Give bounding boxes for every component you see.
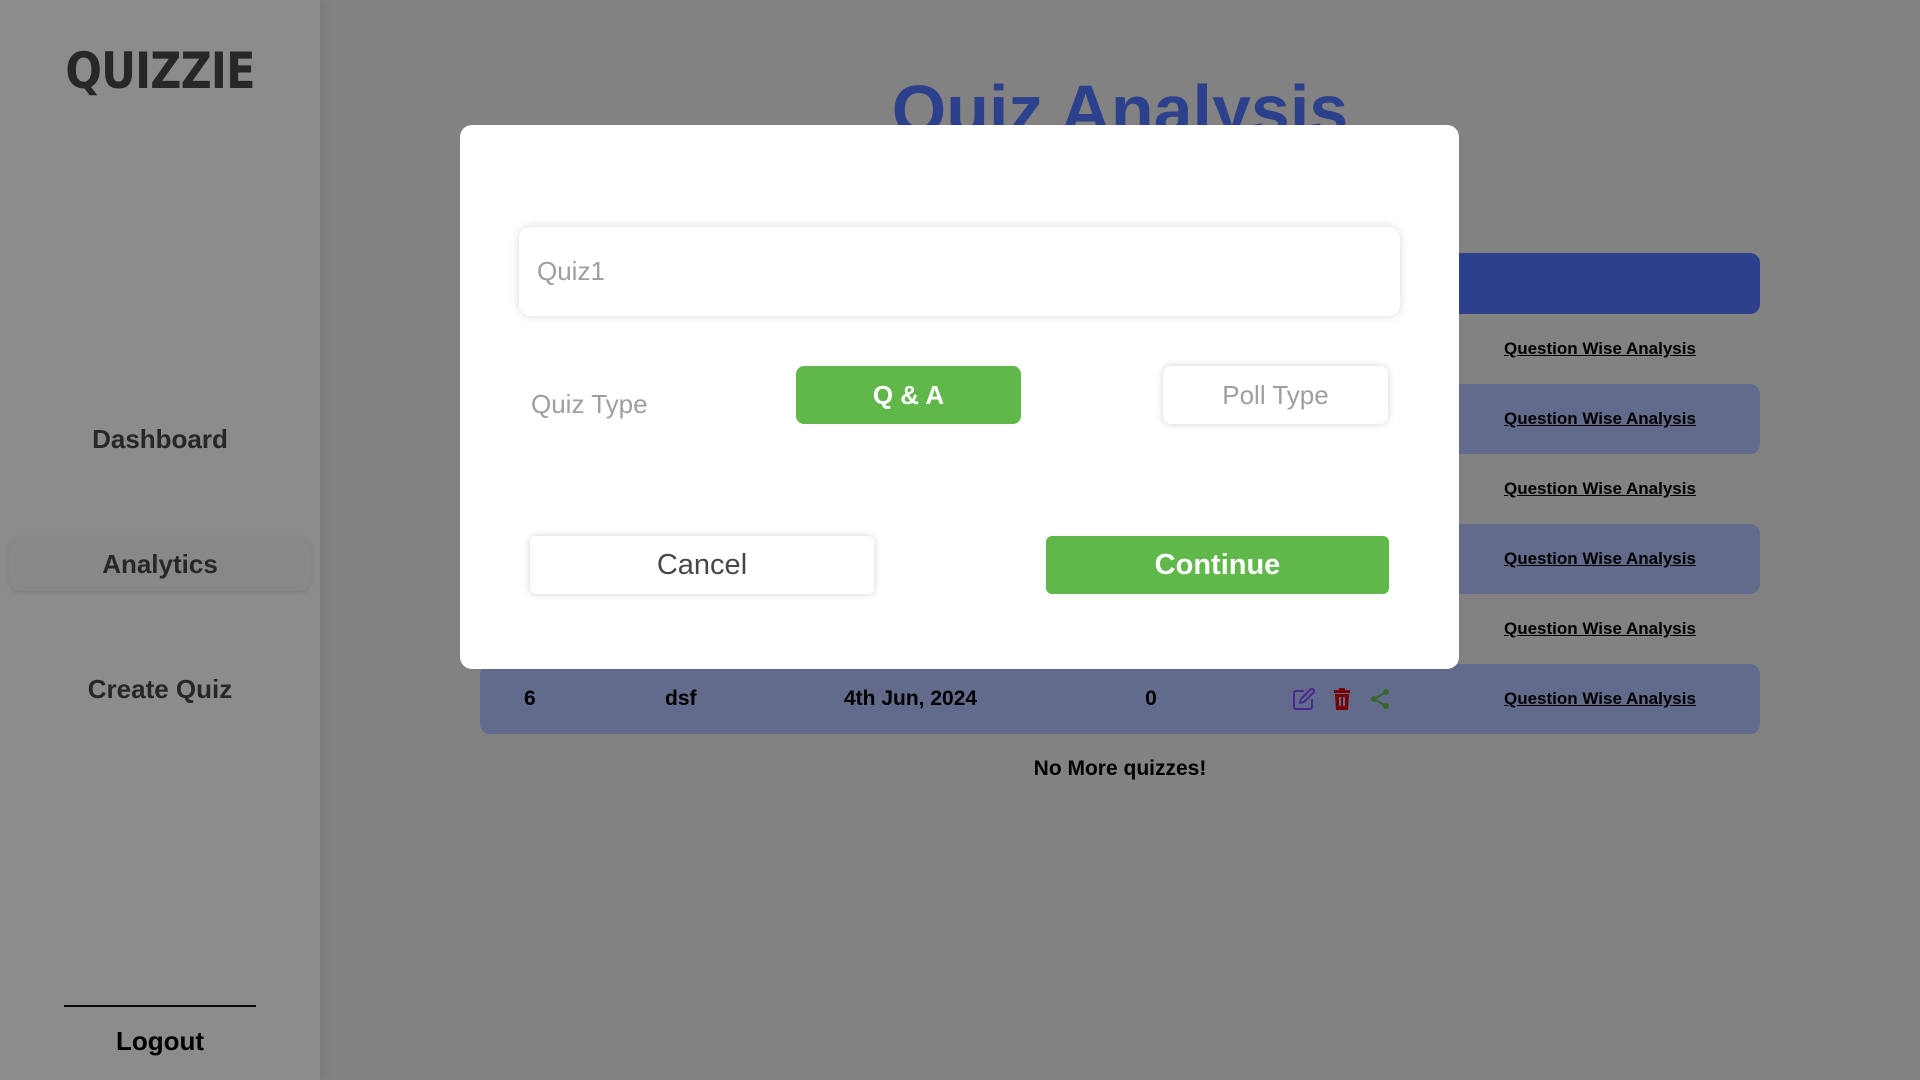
create-quiz-modal: Quiz Type Q & A Poll Type Cancel Continu…: [460, 125, 1459, 669]
poll-type-button[interactable]: Poll Type: [1163, 366, 1388, 424]
qa-type-button[interactable]: Q & A: [796, 366, 1021, 424]
cancel-button[interactable]: Cancel: [530, 536, 874, 594]
quiz-type-label: Quiz Type: [531, 388, 648, 419]
continue-button[interactable]: Continue: [1046, 536, 1389, 594]
quiz-name-input[interactable]: [519, 227, 1400, 316]
